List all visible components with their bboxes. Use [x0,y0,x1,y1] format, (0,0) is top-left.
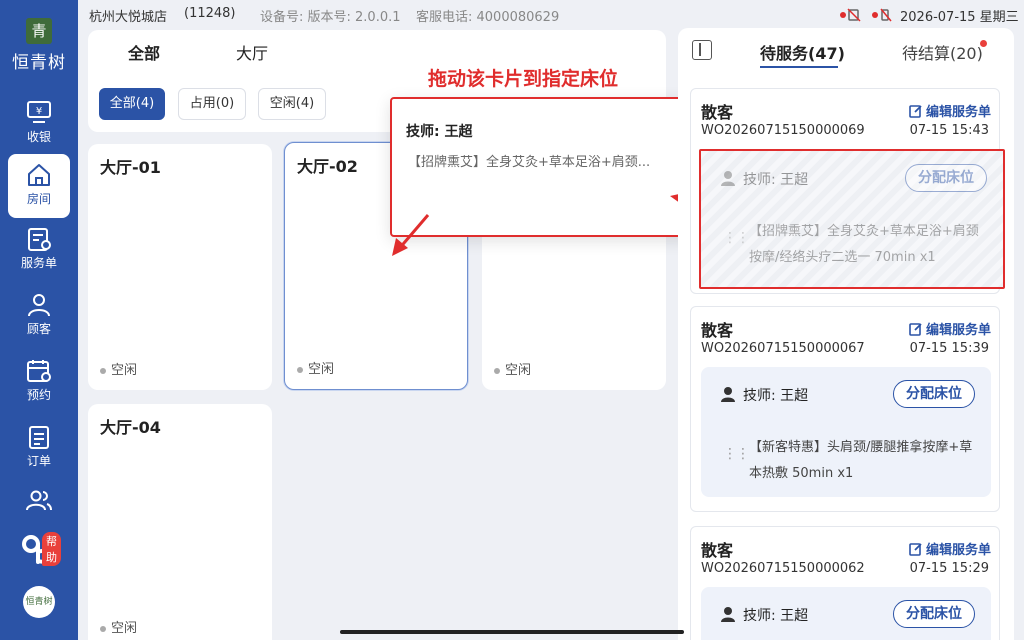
technician-name: 技师: 王超 [743,608,809,624]
service-order-panel: 待服务(47) 待结算(20) 散客 编辑服务单 WO2026071515000… [678,28,1014,640]
home-indicator[interactable] [340,630,684,634]
active-tab-underline [760,66,838,68]
service-order-card[interactable]: 散客 编辑服务单 WO20260715150000067 07-15 15:39… [690,306,1000,512]
customer-name: 散客 [701,541,734,560]
drag-handle-icon[interactable]: ⋮⋮ [723,231,750,245]
order-number: WO20260715150000067 [701,341,865,356]
service-order-card[interactable]: 散客 编辑服务单 WO20260715150000069 07-15 15:43… [690,88,1005,294]
customer-name: 散客 [701,103,734,122]
order-time: 07-15 15:29 [909,561,989,576]
edit-service-order-button[interactable]: 编辑服务单 [909,319,991,338]
service-item-placeholder[interactable]: 技师: 王超 分配床位 ⋮⋮ 【招牌熏艾】全身艾灸+草本足浴+肩颈按摩/经络头疗… [699,149,1005,289]
edit-service-order-button[interactable]: 编辑服务单 [909,539,991,558]
edit-icon [909,323,922,336]
assign-bed-button[interactable]: 分配床位 [893,600,975,628]
edit-label: 编辑服务单 [925,543,991,558]
tab-pending-settle[interactable]: 待结算(20) [902,40,983,64]
edit-service-order-button[interactable]: 编辑服务单 [909,101,991,120]
drag-handle-icon[interactable]: ⋮⋮ [723,447,750,461]
service-item[interactable]: 技师: 王超 分配床位 ⋮⋮ 【新客特惠】头肩颈/腰腿推拿按摩+草本热敷 50m… [701,367,991,497]
order-number: WO20260715150000069 [701,123,865,138]
arrow-down-left-icon [392,214,430,256]
service-item[interactable]: 技师: 王超 分配床位 [701,587,991,640]
edit-label: 编辑服务单 [925,323,991,338]
technician-name: 技师: 王超 [743,388,809,404]
technician-icon [721,607,735,622]
service-order-card[interactable]: 散客 编辑服务单 WO20260715150000062 07-15 15:29… [690,526,1000,640]
service-description: 【招牌熏艾】全身艾灸+草本足浴+肩颈按摩/经络头疗二选一 70min x1 [749,224,979,265]
edit-icon [909,105,922,118]
customer-name: 散客 [701,321,734,340]
service-description: 【新客特惠】头肩颈/腰腿推拿按摩+草本热敷 50min x1 [749,440,973,481]
edit-label: 编辑服务单 [925,105,991,120]
technician-name: 技师: 王超 [743,172,809,188]
collapse-panel-icon[interactable] [692,40,712,60]
technician-icon [721,171,735,186]
settle-red-dot [980,40,987,47]
assign-bed-button[interactable]: 分配床位 [905,164,987,192]
assign-bed-button[interactable]: 分配床位 [893,380,975,408]
technician-icon [721,387,735,402]
order-time: 07-15 15:39 [909,341,989,356]
edit-icon [909,543,922,556]
order-time: 07-15 15:43 [909,123,989,138]
tab-pending-service[interactable]: 待服务(47) [760,40,845,64]
order-number: WO20260715150000062 [701,561,865,576]
